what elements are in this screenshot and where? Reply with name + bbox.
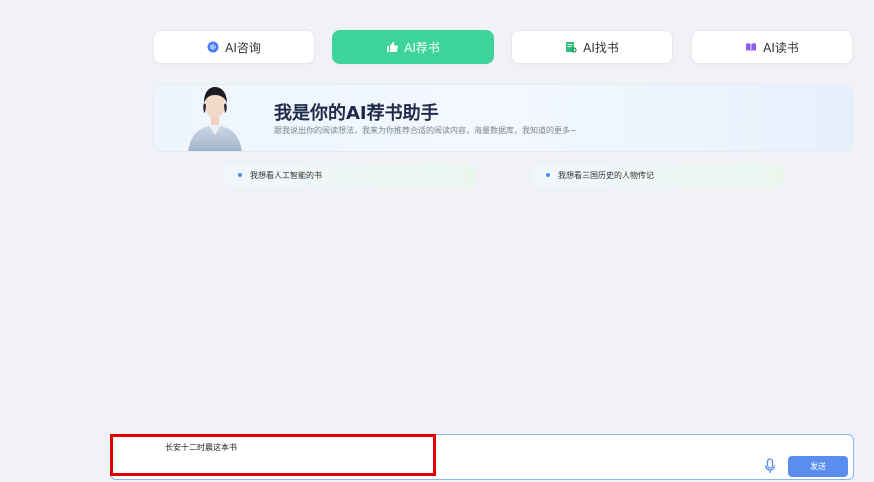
bullet-dot-icon [546, 173, 550, 177]
mode-tabs: AI咨询 AI荐书 AI找书 AI读书 [153, 30, 853, 64]
tab-ai-read[interactable]: AI读书 [691, 30, 853, 64]
chat-bubble-icon [207, 41, 219, 53]
bullet-dot-icon [238, 173, 242, 177]
suggestion-chip-three-kingdoms[interactable]: 我想看三国历史的人物传记 [532, 163, 785, 187]
message-input[interactable]: 长安十二时晨这本书 [165, 442, 237, 453]
suggestion-chip-ai-books[interactable]: 我想看人工智能的书 [224, 163, 477, 187]
microphone-icon[interactable] [763, 458, 777, 474]
tab-ai-find[interactable]: AI找书 [511, 30, 673, 64]
banner-title: 我是你的AI荐书助手 [274, 103, 439, 124]
assistant-banner: 我是你的AI荐书助手 跟我说出你的阅读想法，我来为你推荐合适的阅读内容，海量数据… [153, 84, 853, 152]
send-button[interactable]: 发送 [788, 456, 848, 477]
suggestion-label: 我想看人工智能的书 [250, 170, 322, 180]
tab-label: AI荐书 [404, 40, 440, 55]
suggestion-label: 我想看三国历史的人物传记 [558, 170, 654, 180]
banner-subtitle: 跟我说出你的阅读想法，我来为你推荐合适的阅读内容，海量数据库，我知道的更多~ [274, 126, 577, 135]
thumbs-up-icon [386, 41, 399, 53]
tab-ai-consult[interactable]: AI咨询 [153, 30, 315, 64]
tab-label: AI找书 [583, 40, 619, 55]
book-search-icon [565, 41, 577, 53]
message-input-box[interactable]: 长安十二时晨这本书 发送 [110, 434, 854, 480]
open-book-icon [745, 41, 757, 53]
assistant-avatar [188, 87, 242, 151]
tab-label: AI读书 [763, 40, 799, 55]
tab-label: AI咨询 [225, 40, 261, 55]
tab-ai-recommend[interactable]: AI荐书 [332, 30, 494, 64]
